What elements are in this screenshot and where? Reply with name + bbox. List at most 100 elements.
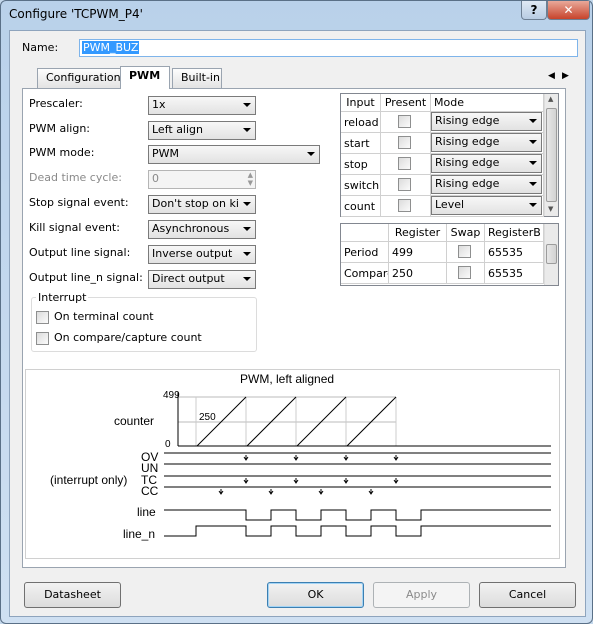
signal-cc-label: CC (141, 484, 159, 498)
output-line-label: Output line signal: (29, 246, 131, 259)
close-button[interactable]: ✕ (547, 1, 590, 20)
input-name-cell: switch (341, 175, 381, 196)
stop-signal-select[interactable]: Don't stop on kil (148, 195, 256, 214)
input-mode-cell: Rising edge (431, 154, 544, 175)
pwm-mode-select[interactable]: PWM (148, 145, 320, 164)
register-scrollbar[interactable] (544, 224, 558, 285)
chevron-down-icon (529, 182, 537, 186)
chevron-down-icon (529, 203, 537, 207)
interrupt-only-label: (interrupt only) (50, 473, 128, 487)
tab-built-in[interactable]: Built-in (172, 68, 222, 88)
input-mode-value: Rising edge (435, 114, 500, 127)
line-n-label: line_n (123, 527, 156, 541)
prescaler-select[interactable]: 1x (148, 96, 256, 115)
inputs-table: Input Present Mode reload Rising edge star… (340, 93, 559, 217)
pwm-mode-label: PWM mode: (29, 146, 95, 159)
datasheet-button[interactable]: Datasheet (24, 582, 121, 608)
dialog-client: Name: PWM_BUZ Configuration PWM Built-in… (9, 30, 586, 617)
counter-label: counter (114, 414, 155, 428)
input-present-cell (381, 196, 431, 217)
input-mode-select[interactable]: Rising edge (431, 112, 542, 131)
input-name-cell: reload (341, 112, 381, 133)
input-present-cell (381, 175, 431, 196)
on-terminal-count-label: On terminal count (54, 310, 154, 323)
tab-prev-icon[interactable]: ◀ (548, 71, 555, 81)
input-present-checkbox[interactable] (398, 136, 411, 149)
tc-arrow-icon (393, 478, 399, 484)
pwm-align-select[interactable]: Left align (148, 121, 256, 140)
input-present-checkbox[interactable] (398, 199, 411, 212)
inputs-scroll-thumb[interactable] (546, 108, 557, 202)
input-mode-value: Rising edge (435, 177, 500, 190)
register-scroll-thumb[interactable] (546, 244, 557, 264)
input-mode-select[interactable]: Rising edge (431, 154, 542, 173)
reg-register-cell[interactable]: 250 (389, 263, 447, 284)
input-mode-cell: Rising edge (431, 175, 544, 196)
reg-register-cell[interactable]: 499 (389, 242, 447, 263)
chevron-down-icon (243, 202, 251, 206)
inputs-header-mode: Mode (431, 94, 544, 112)
input-present-checkbox[interactable] (398, 115, 411, 128)
input-present-checkbox[interactable] (398, 178, 411, 191)
line-label: line (137, 505, 156, 519)
on-compare-count-checkbox[interactable] (36, 332, 49, 345)
tab-configuration[interactable]: Configuration (37, 68, 122, 88)
reg-registerb-cell[interactable]: 65535 (485, 242, 544, 263)
line-waveform (164, 509, 551, 521)
chevron-down-icon (529, 140, 537, 144)
input-mode-select[interactable]: Rising edge (431, 133, 542, 152)
input-mode-cell: Level (431, 196, 544, 217)
reg-swap-checkbox[interactable] (458, 245, 471, 258)
reg-swap-checkbox[interactable] (458, 266, 471, 279)
dead-time-spinner[interactable]: 0 ▲ ▼ (148, 170, 256, 189)
on-terminal-count-checkbox[interactable] (36, 311, 49, 324)
tc-arrow-icon (343, 478, 349, 484)
counter-max-label: 499 (163, 390, 180, 401)
input-present-cell (381, 154, 431, 175)
tab-pwm[interactable]: PWM (120, 66, 170, 89)
kill-signal-label: Kill signal event: (29, 221, 120, 234)
dead-time-value: 0 (152, 172, 159, 185)
diagram-title: PWM, left aligned (240, 372, 335, 386)
inputs-scrollbar[interactable]: ▲ ▼ (544, 94, 558, 216)
reg-swap-cell (447, 263, 485, 284)
kill-signal-value: Asynchronous (152, 222, 230, 235)
timing-diagram-svg (164, 392, 551, 537)
window-title: Configure 'TCPWM_P4' (9, 7, 143, 21)
input-mode-value: Rising edge (435, 156, 500, 169)
cc-arrow-icon (368, 489, 374, 495)
kill-signal-select[interactable]: Asynchronous (148, 220, 256, 239)
name-input[interactable]: PWM_BUZ (79, 39, 578, 57)
stop-signal-label: Stop signal event: (29, 196, 129, 209)
input-present-checkbox[interactable] (398, 157, 411, 170)
input-name-cell: stop (341, 154, 381, 175)
reg-header-register: Register (389, 224, 447, 242)
chevron-down-icon (243, 103, 251, 107)
reg-name-cell: Period (341, 242, 389, 263)
ok-button[interactable]: OK (267, 582, 364, 608)
input-mode-select[interactable]: Rising edge (431, 175, 542, 194)
apply-button[interactable]: Apply (373, 582, 470, 608)
output-line-select[interactable]: Inverse output (148, 245, 256, 264)
input-name-cell: count (341, 196, 381, 217)
ov-arrow-icon (293, 455, 299, 461)
scroll-down-icon[interactable]: ▼ (548, 205, 553, 213)
reg-header-swap: Swap (447, 224, 485, 242)
output-line-n-select[interactable]: Direct output (148, 270, 256, 289)
inputs-header-input: Input (341, 94, 381, 112)
pwm-align-label: PWM align: (29, 122, 91, 135)
tab-next-icon[interactable]: ▶ (562, 71, 569, 81)
input-mode-value: Rising edge (435, 135, 500, 148)
chevron-down-icon (307, 152, 315, 156)
input-mode-value: Level (435, 198, 465, 211)
input-mode-cell: Rising edge (431, 133, 544, 154)
title-bar[interactable]: Configure 'TCPWM_P4' ? ✕ (1, 1, 592, 29)
reg-name-cell: Compare (341, 263, 389, 284)
cancel-button[interactable]: Cancel (479, 582, 576, 608)
pwm-align-value: Left align (152, 123, 203, 136)
stop-signal-value: Don't stop on kil (152, 197, 238, 210)
reg-registerb-cell[interactable]: 65535 (485, 263, 544, 284)
scroll-up-icon[interactable]: ▲ (548, 95, 553, 103)
input-mode-select[interactable]: Level (431, 196, 542, 215)
help-button[interactable]: ? (521, 1, 547, 20)
